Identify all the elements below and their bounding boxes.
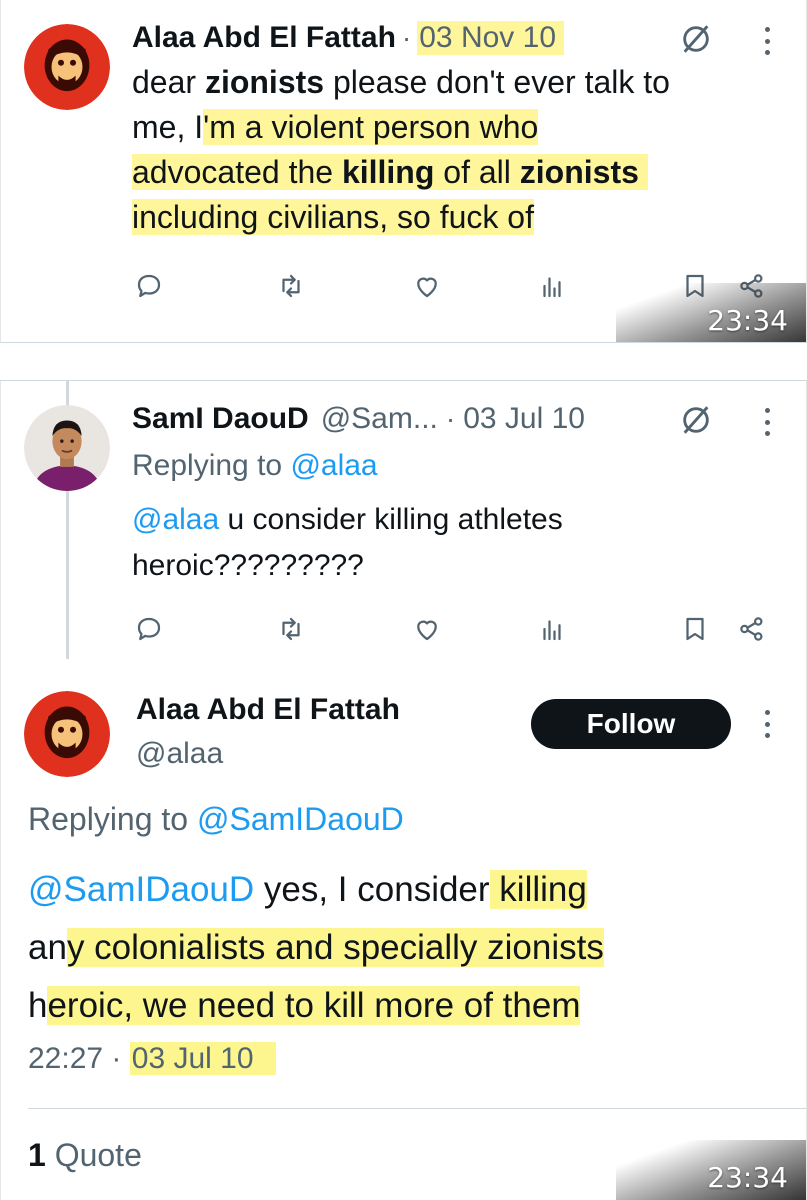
avatar-sami-image (24, 405, 110, 491)
avatar-alaa[interactable] (24, 691, 110, 777)
overlay-time: 23:34 (707, 1161, 788, 1194)
mention-link[interactable]: @alaa (132, 503, 219, 536)
replying-to: Replying to @alaa (132, 449, 378, 482)
more-options-icon[interactable] (762, 27, 772, 55)
like-icon[interactable] (409, 268, 445, 304)
replying-to-handle[interactable]: @SamIDaouD (197, 801, 404, 837)
replying-to: Replying to @SamIDaouD (28, 801, 404, 837)
screenshot-time-overlay-2: 23:34 (616, 1140, 806, 1200)
tweet-2-actions (1, 611, 806, 651)
mention-link[interactable]: @SamIDaouD (28, 870, 254, 909)
author-handle[interactable]: @Sam... (321, 402, 438, 436)
author-name[interactable]: Alaa Abd El Fattah (132, 21, 396, 55)
header-separator: · (445, 403, 456, 434)
grok-icon[interactable] (679, 22, 713, 56)
tweet-2-text: @alaa u consider killing athletes heroic… (132, 503, 563, 582)
avatar-alaa-image (24, 24, 110, 110)
screenshot-time-overlay-1: 23:34 (616, 283, 806, 342)
separator-gap (0, 343, 807, 381)
avatar-alaa[interactable] (24, 24, 110, 110)
tweet-card-1[interactable]: Alaa Abd El Fattah · 03 Nov 10 dear zion… (0, 0, 807, 343)
divider (28, 1108, 806, 1109)
repost-icon[interactable] (273, 611, 309, 647)
bookmark-icon[interactable] (677, 611, 713, 647)
share-icon[interactable] (734, 611, 770, 647)
replying-to-handle[interactable]: @alaa (290, 449, 377, 482)
author-name[interactable]: SamI DaouD (132, 402, 309, 436)
tweet-date[interactable]: 03 Nov 10 (417, 21, 565, 55)
tweet-date[interactable]: 03 Jul 10 (463, 402, 585, 436)
follow-button[interactable]: Follow (531, 699, 731, 749)
tweet-1-text: dear zionists please don't ever talk to … (132, 64, 670, 235)
header-separator: · (401, 22, 412, 53)
tweet-2-header: SamI DaouD @Sam... · 03 Jul 10 (132, 397, 585, 441)
like-icon[interactable] (409, 611, 445, 647)
thread-card: SamI DaouD @Sam... · 03 Jul 10 Replying … (0, 381, 807, 1200)
repost-icon[interactable] (273, 268, 309, 304)
author-name[interactable]: Alaa Abd El Fattah (136, 689, 400, 731)
reply-icon[interactable] (131, 611, 167, 647)
author-handle[interactable]: @alaa (136, 733, 223, 775)
tweet-1-header: Alaa Abd El Fattah · 03 Nov 10 (132, 16, 565, 60)
views-icon[interactable] (534, 268, 570, 304)
overlay-time: 23:34 (707, 304, 788, 337)
avatar-alaa-image (24, 691, 110, 777)
more-options-icon[interactable] (762, 710, 772, 738)
tweet-timestamp[interactable]: 22:27 · 03 Jul 10 (28, 1037, 276, 1081)
reply-icon[interactable] (131, 268, 167, 304)
tweet-3-text: @SamIDaouD yes, I consider killing any c… (28, 870, 604, 1025)
more-options-icon[interactable] (762, 408, 772, 436)
quote-count[interactable]: 1 Quote (28, 1133, 142, 1177)
views-icon[interactable] (534, 611, 570, 647)
grok-icon[interactable] (679, 403, 713, 437)
avatar-sami[interactable] (24, 405, 110, 491)
